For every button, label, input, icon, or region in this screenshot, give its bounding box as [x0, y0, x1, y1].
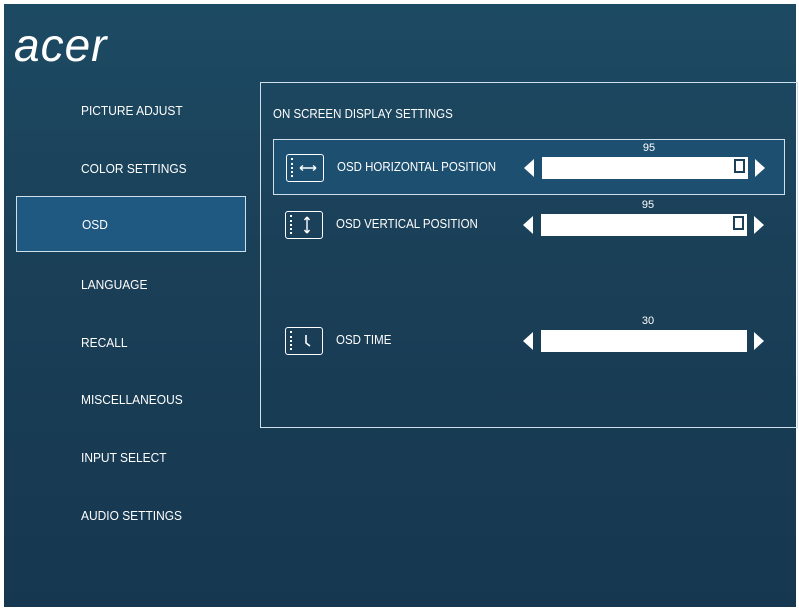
menu-item-input-select[interactable]: INPUT SELECT — [16, 429, 246, 485]
menu-item-recall[interactable]: RECALL — [16, 314, 246, 370]
slider-track[interactable] — [541, 330, 747, 352]
panel-title: ON SCREEN DISPLAY SETTINGS — [273, 107, 453, 121]
vertical-arrows-icon — [285, 211, 323, 239]
setting-value: 30 — [641, 315, 655, 327]
menu-item-label: PICTURE ADJUST — [81, 102, 183, 118]
menu-item-miscellaneous[interactable]: MISCELLANEOUS — [16, 371, 246, 427]
slider-knob[interactable] — [733, 216, 744, 230]
slider-track[interactable] — [541, 214, 747, 236]
decrease-arrow-icon[interactable] — [524, 159, 534, 177]
setting-row-osd-time[interactable]: OSD TIME 30 — [273, 313, 785, 369]
slider-knob[interactable] — [734, 159, 745, 173]
menu-item-label: INPUT SELECT — [81, 449, 167, 465]
increase-arrow-icon[interactable] — [754, 216, 764, 234]
setting-label: OSD TIME — [336, 333, 392, 347]
setting-row-horizontal-position[interactable]: OSD HORIZONTAL POSITION 95 — [273, 139, 785, 195]
menu-item-audio-settings[interactable]: AUDIO SETTINGS — [16, 487, 246, 543]
menu-item-picture-adjust[interactable]: PICTURE ADJUST — [16, 82, 246, 138]
slider-track[interactable] — [542, 157, 748, 179]
clock-icon — [285, 327, 323, 355]
setting-row-vertical-position[interactable]: OSD VERTICAL POSITION 95 — [273, 197, 785, 253]
setting-label: OSD HORIZONTAL POSITION — [337, 160, 497, 174]
menu-item-label: AUDIO SETTINGS — [81, 507, 183, 523]
horizontal-arrows-icon — [286, 154, 324, 182]
menu-item-osd[interactable]: OSD — [16, 196, 246, 252]
setting-label: OSD VERTICAL POSITION — [336, 217, 478, 231]
increase-arrow-icon[interactable] — [754, 332, 764, 350]
menu-item-label: COLOR SETTINGS — [81, 160, 187, 176]
menu-item-label: RECALL — [81, 334, 128, 350]
increase-arrow-icon[interactable] — [755, 159, 765, 177]
decrease-arrow-icon[interactable] — [523, 332, 533, 350]
setting-value: 95 — [642, 142, 656, 154]
menu-item-label: OSD — [82, 216, 108, 232]
osd-screen: acer PICTURE ADJUST COLOR SETTINGS OSD L… — [4, 4, 798, 607]
menu-item-label: LANGUAGE — [81, 276, 148, 292]
menu-item-language[interactable]: LANGUAGE — [16, 256, 246, 312]
menu-item-label: MISCELLANEOUS — [81, 391, 183, 407]
decrease-arrow-icon[interactable] — [523, 216, 533, 234]
setting-value: 95 — [641, 199, 655, 211]
menu-item-color-settings[interactable]: COLOR SETTINGS — [16, 140, 246, 196]
osd-settings-panel: ON SCREEN DISPLAY SETTINGS OSD HORIZONTA… — [260, 82, 798, 428]
acer-logo: acer — [14, 19, 108, 71]
